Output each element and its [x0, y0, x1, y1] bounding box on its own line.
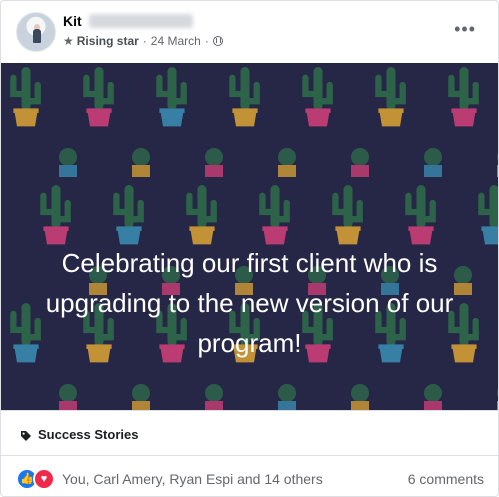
post-meta: ★ Rising star · 24 March ·: [63, 34, 223, 48]
reaction-summary[interactable]: You, Carl Amery, Ryan Espi and 14 others: [62, 471, 323, 487]
post-header: Kit ★ Rising star · 24 March · •••: [1, 1, 498, 63]
post-background: Celebrating our first client who is upgr…: [1, 63, 498, 410]
author-avatar[interactable]: [16, 12, 56, 52]
author-name[interactable]: Kit: [63, 13, 82, 29]
reactions-row: 👍 ♥ You, Carl Amery, Ryan Espi and 14 ot…: [1, 457, 498, 496]
post-date[interactable]: 24 March: [151, 34, 201, 48]
comments-count[interactable]: 6 comments: [408, 471, 484, 487]
public-globe-icon: [212, 36, 223, 46]
more-options-button[interactable]: •••: [454, 19, 476, 40]
author-surname-blurred: [89, 14, 193, 28]
member-badge[interactable]: Rising star: [77, 34, 139, 48]
post-message: Celebrating our first client who is upgr…: [45, 248, 454, 358]
love-icon[interactable]: ♥: [33, 468, 55, 490]
post-card: Kit ★ Rising star · 24 March · ••• Celeb…: [0, 0, 499, 497]
topic-tag-row[interactable]: Success Stories: [1, 410, 498, 456]
badge-star-icon: ★: [63, 34, 74, 48]
topic-tag-label[interactable]: Success Stories: [38, 427, 138, 442]
tag-icon: [21, 431, 31, 441]
